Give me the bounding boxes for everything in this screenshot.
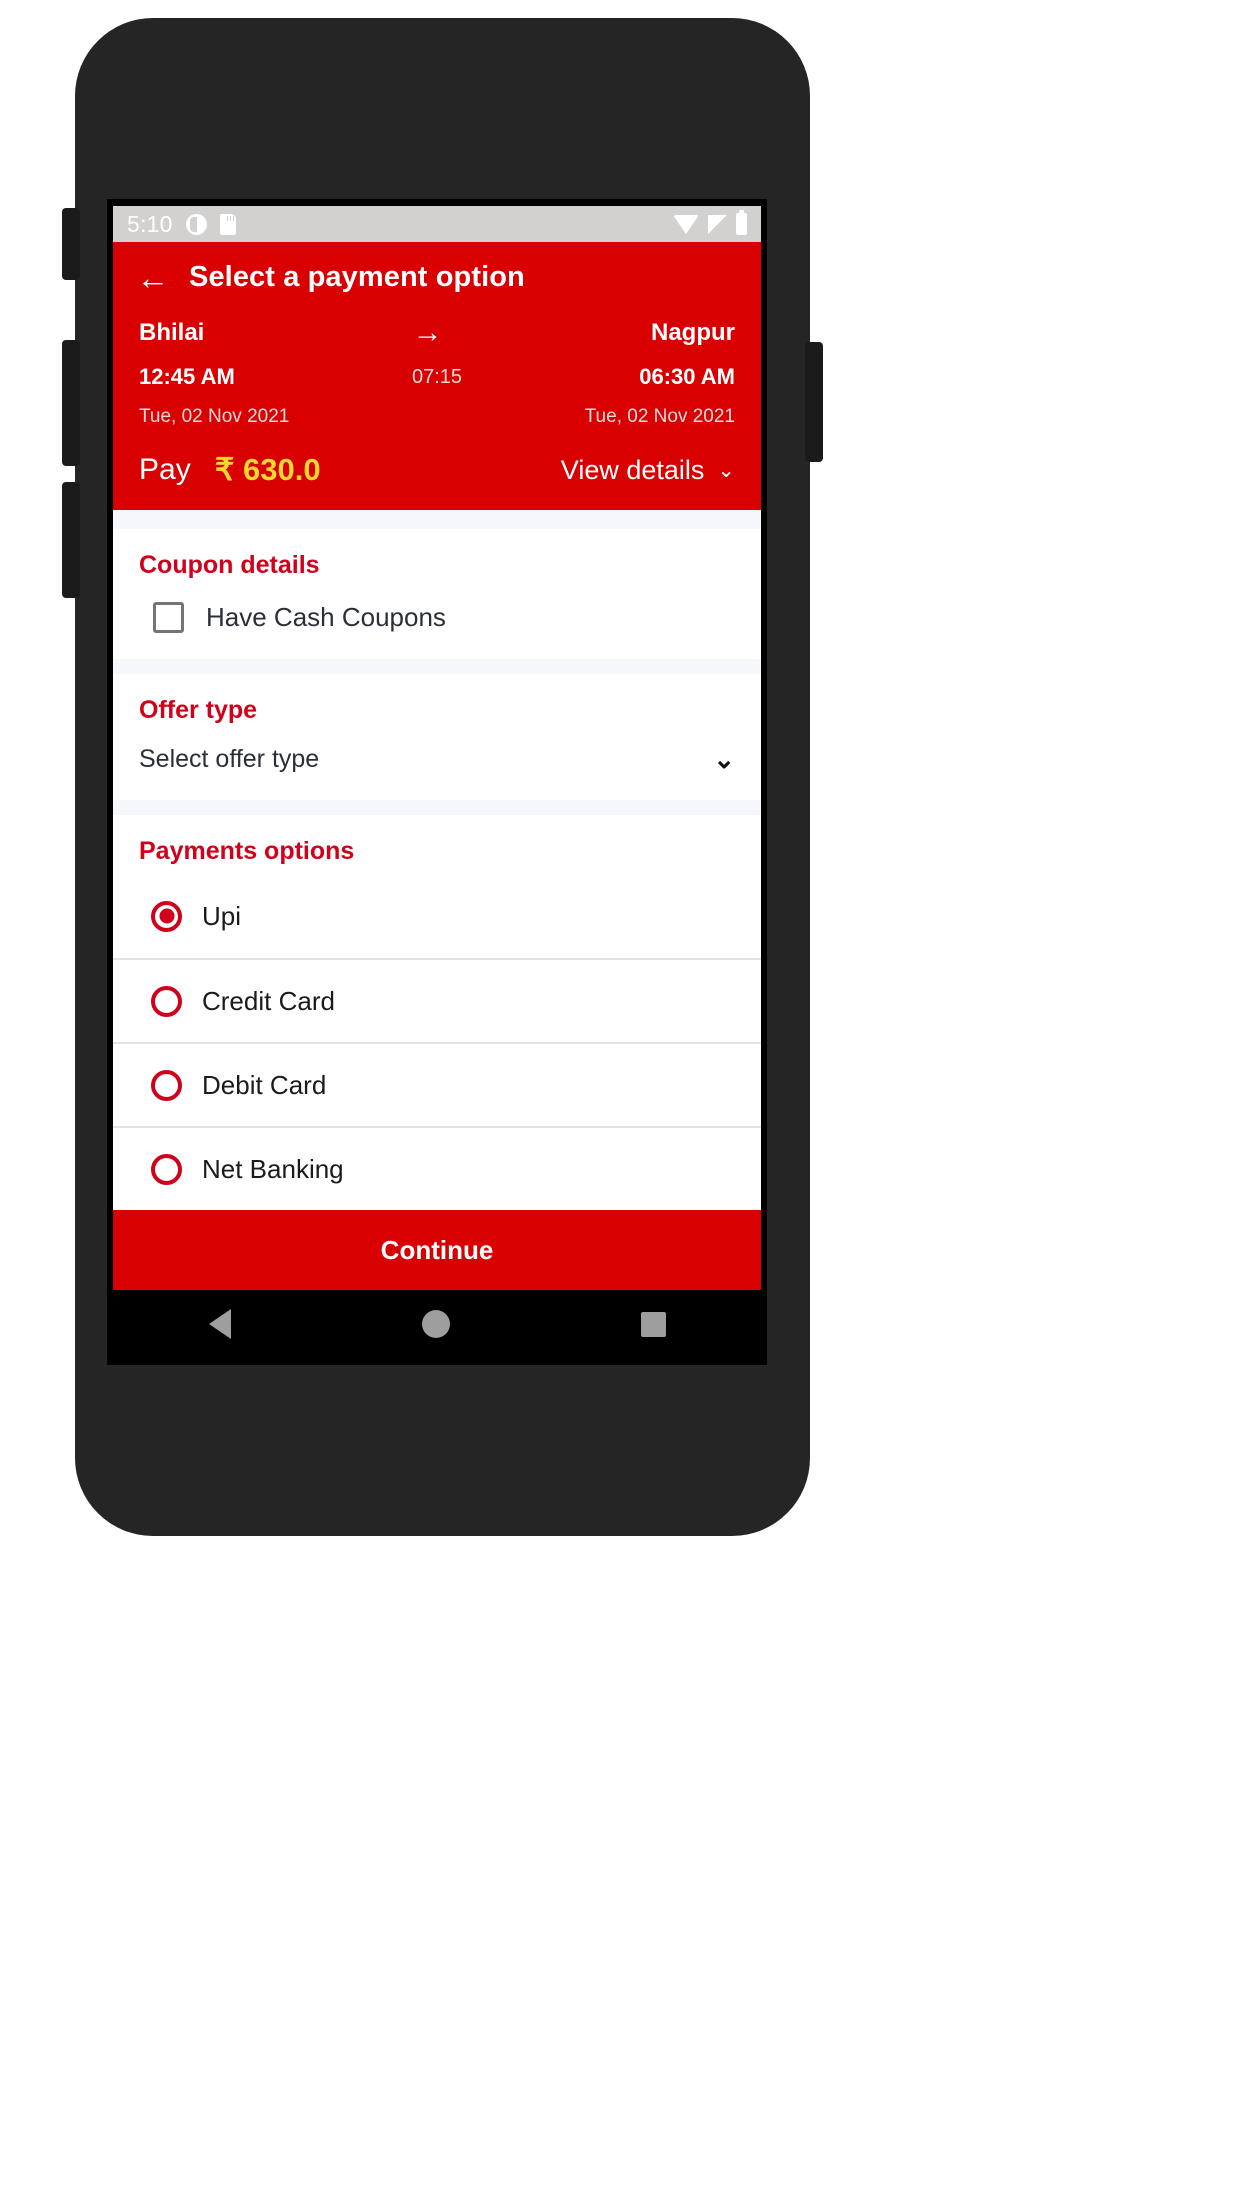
departure-time: 12:45 AM xyxy=(139,364,235,389)
payment-option-label: Debit Card xyxy=(202,1069,327,1100)
journey-summary: Bhilai → Nagpur 12:45 AM 07:15 06:30 AM … xyxy=(113,312,761,428)
journey-duration: 07:15 xyxy=(411,365,463,388)
section-divider-2 xyxy=(113,799,761,815)
phone-button-volume-down[interactable] xyxy=(62,482,80,598)
status-bar-left: 5:10 xyxy=(127,211,236,238)
status-bar: 5:10 xyxy=(113,206,761,242)
wifi-icon xyxy=(673,214,699,234)
radio-upi[interactable] xyxy=(151,900,182,932)
do-not-disturb-icon xyxy=(185,213,207,235)
radio-credit-card[interactable] xyxy=(151,985,182,1017)
radio-debit-card[interactable] xyxy=(151,1069,182,1101)
offer-type-section-title: Offer type xyxy=(139,695,258,724)
radio-net-banking[interactable] xyxy=(151,1153,182,1185)
chevron-down-icon: ⌄ xyxy=(717,458,735,482)
have-cash-coupons-row[interactable]: Have Cash Coupons xyxy=(113,580,761,659)
phone-button-top[interactable] xyxy=(62,208,80,280)
phone-button-power[interactable] xyxy=(805,342,823,462)
nav-recents-icon[interactable] xyxy=(640,1311,666,1337)
payment-option-label: Net Banking xyxy=(202,1153,344,1184)
app-viewport: 5:10 ← Select a payment option Bhilai → … xyxy=(113,206,761,1358)
android-nav-bar xyxy=(113,1290,761,1358)
payment-option-row[interactable]: Credit Card xyxy=(113,958,761,1042)
status-bar-clock: 5:10 xyxy=(127,210,173,237)
coupon-section-title: Coupon details xyxy=(139,550,320,579)
back-arrow-icon[interactable]: ← xyxy=(137,261,170,294)
origin-city: Bhilai xyxy=(139,319,205,346)
sd-card-icon xyxy=(219,213,236,235)
have-cash-coupons-label: Have Cash Coupons xyxy=(206,601,446,632)
spacer-top xyxy=(113,510,761,529)
continue-button[interactable]: Continue xyxy=(113,1210,761,1290)
payments-options-card: Payments options Upi Credit Card Debit C… xyxy=(113,815,761,1210)
screenshot-root: 5:10 ← Select a payment option Bhilai → … xyxy=(0,0,1242,2208)
nav-back-icon[interactable] xyxy=(208,1309,231,1339)
view-details-label: View details xyxy=(560,454,705,485)
pay-amount: ₹ 630.0 xyxy=(214,452,321,487)
departure-date: Tue, 02 Nov 2021 xyxy=(139,406,290,427)
title-bar: ← Select a payment option xyxy=(113,242,761,312)
offer-type-dropdown[interactable]: Select offer type ⌄ xyxy=(113,725,761,800)
journey-dates-row: Tue, 02 Nov 2021 Tue, 02 Nov 2021 xyxy=(139,406,735,428)
journey-times-row: 12:45 AM 07:15 06:30 AM xyxy=(139,364,735,390)
payment-option-label: Upi xyxy=(202,900,242,931)
payment-option-row[interactable]: Debit Card xyxy=(113,1042,761,1126)
status-bar-right xyxy=(673,210,747,235)
signal-icon xyxy=(708,214,727,234)
chevron-down-icon[interactable]: ⌄ xyxy=(713,746,735,772)
arrival-date: Tue, 02 Nov 2021 xyxy=(584,406,735,427)
payment-options-list: Upi Credit Card Debit Card Net Banking xyxy=(113,866,761,1210)
offer-type-selected-value: Select offer type xyxy=(139,744,320,773)
view-details-button[interactable]: View details ⌄ xyxy=(561,455,735,486)
phone-button-volume[interactable] xyxy=(62,340,80,466)
journey-cities-row: Bhilai → Nagpur xyxy=(139,318,735,348)
payment-option-row[interactable]: Net Banking xyxy=(113,1126,761,1210)
have-cash-coupons-checkbox[interactable] xyxy=(153,601,184,633)
destination-city: Nagpur xyxy=(651,319,735,346)
coupon-details-card: Coupon details Have Cash Coupons xyxy=(113,528,761,659)
battery-icon xyxy=(736,210,747,235)
app-header: ← Select a payment option Bhilai → Nagpu… xyxy=(113,242,761,510)
offer-type-card: Offer type Select offer type ⌄ xyxy=(113,673,761,800)
page-title: Select a payment option xyxy=(189,260,525,293)
continue-button-label: Continue xyxy=(380,1234,494,1265)
nav-home-icon[interactable] xyxy=(421,1310,450,1338)
main-content: Coupon details Have Cash Coupons Offer t… xyxy=(113,510,761,1290)
route-arrow-icon: → xyxy=(412,316,443,349)
section-divider-1 xyxy=(113,658,761,674)
pay-label: Pay xyxy=(139,453,191,486)
phone-screen: 5:10 ← Select a payment option Bhilai → … xyxy=(107,199,767,1365)
payment-option-label: Credit Card xyxy=(202,985,335,1016)
payments-section-title: Payments options xyxy=(139,837,355,865)
pay-summary-row: Pay ₹ 630.0 View details ⌄ xyxy=(113,428,761,488)
payment-option-row[interactable]: Upi xyxy=(113,874,761,958)
arrival-time: 06:30 AM xyxy=(639,364,735,389)
